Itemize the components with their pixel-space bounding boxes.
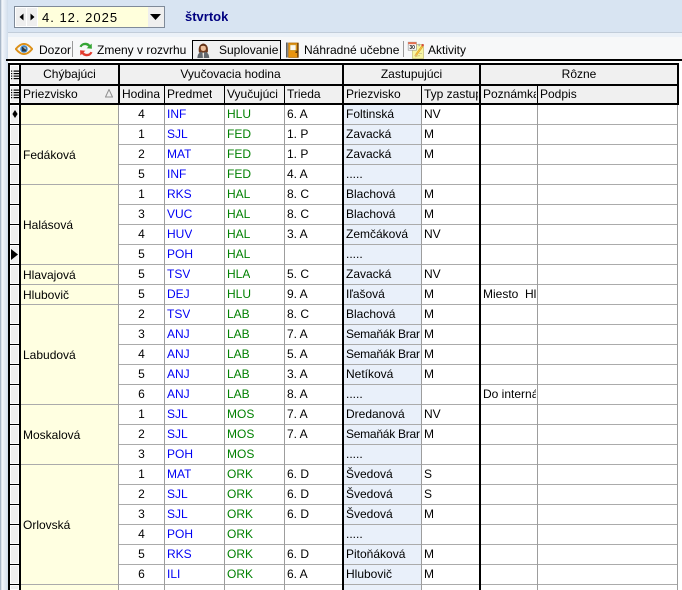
svg-text:30: 30 (409, 45, 415, 51)
